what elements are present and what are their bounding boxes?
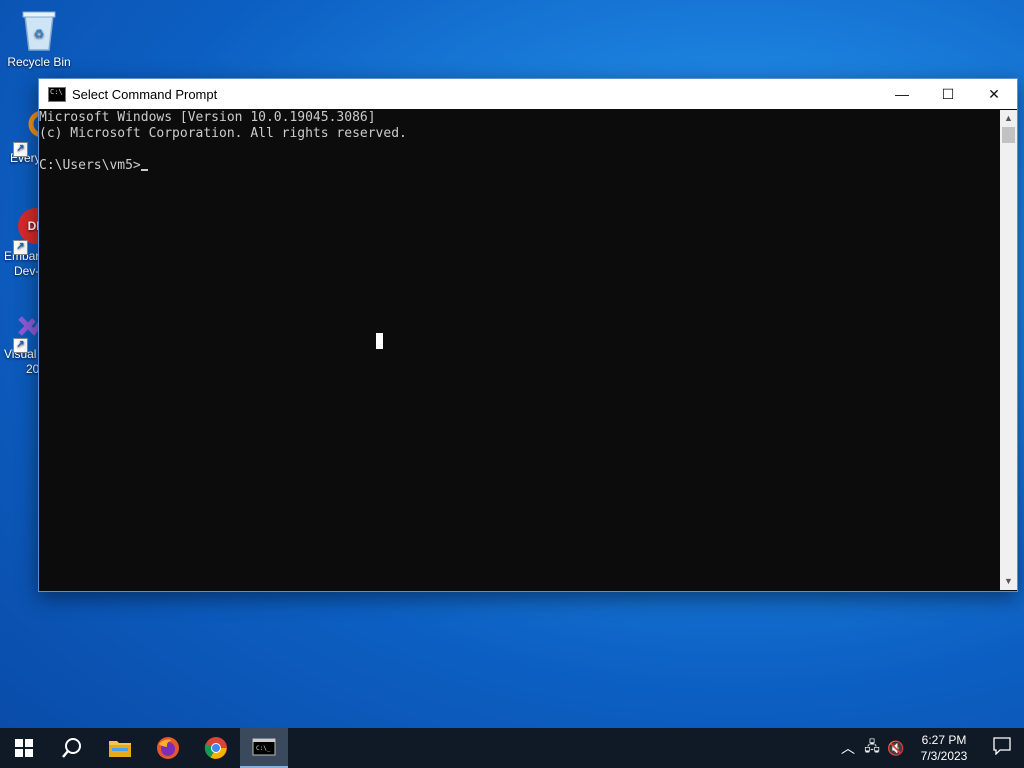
notification-icon: [993, 736, 1011, 756]
taskbar-chrome[interactable]: [192, 728, 240, 768]
chrome-icon: [204, 737, 227, 759]
scroll-down-arrow-icon[interactable]: ▼: [1000, 573, 1017, 590]
window-titlebar[interactable]: Select Command Prompt — ☐ ✕: [39, 79, 1017, 109]
recycle-bin-icon: ♻: [22, 11, 56, 51]
command-prompt-window[interactable]: Select Command Prompt — ☐ ✕ Microsoft Wi…: [38, 78, 1018, 592]
firefox-icon: [157, 737, 179, 759]
svg-text:C:\_: C:\_: [256, 745, 271, 752]
window-title: Select Command Prompt: [72, 86, 218, 102]
network-icon[interactable]: 🖧: [860, 736, 884, 760]
clock-time: 6:27 PM: [921, 733, 967, 747]
console-prompt: C:\Users\vm5>: [39, 158, 141, 173]
cmd-app-icon: [48, 86, 66, 102]
maximize-button[interactable]: ☐: [925, 79, 971, 109]
folder-icon: [109, 741, 131, 757]
clock[interactable]: 6:27 PM 7/3/2023: [908, 732, 980, 764]
minimize-button[interactable]: —: [879, 79, 925, 109]
desktop-icon-label: Recycle Bin: [7, 55, 71, 69]
shortcut-arrow-icon: ↗: [13, 142, 28, 157]
shortcut-arrow-icon: ↗: [13, 338, 28, 353]
console-output[interactable]: Microsoft Windows [Version 10.0.19045.30…: [39, 110, 999, 590]
search-button[interactable]: [48, 728, 96, 768]
vertical-scrollbar[interactable]: ▲ ▼: [1000, 110, 1017, 590]
notification-center-button[interactable]: [980, 736, 1024, 760]
console-line: Microsoft Windows [Version 10.0.19045.30…: [39, 110, 376, 125]
taskbar-firefox[interactable]: [144, 728, 192, 768]
cmd-icon: C:\_: [252, 738, 276, 756]
console-prompt-line: C:\Users\vm5>: [39, 158, 999, 174]
desktop-icon-recycle-bin[interactable]: ♻ Recycle Bin: [0, 8, 78, 70]
console-line: (c) Microsoft Corporation. All rights re…: [39, 126, 407, 141]
scroll-up-arrow-icon[interactable]: ▲: [1000, 110, 1017, 127]
mouse-ibeam-cursor: [376, 333, 383, 349]
svg-text:♻: ♻: [34, 27, 45, 41]
start-button[interactable]: [0, 728, 48, 768]
shortcut-arrow-icon: ↗: [13, 240, 28, 255]
text-cursor: [140, 169, 148, 171]
system-tray: ︿ 🖧 🔇 6:27 PM 7/3/2023: [836, 728, 1024, 768]
clock-date: 7/3/2023: [920, 749, 968, 763]
taskbar-file-explorer[interactable]: [96, 728, 144, 768]
windows-logo-icon: [15, 739, 33, 757]
taskbar-command-prompt[interactable]: C:\_: [240, 728, 288, 768]
scrollbar-thumb[interactable]: [1002, 127, 1015, 143]
volume-muted-icon[interactable]: 🔇: [884, 740, 908, 757]
taskbar: C:\_ ︿ 🖧 🔇 6:27 PM 7/3/2023: [0, 728, 1024, 768]
chevron-up-icon[interactable]: ︿: [836, 738, 860, 758]
search-icon: [62, 738, 81, 758]
close-button[interactable]: ✕: [971, 79, 1017, 109]
